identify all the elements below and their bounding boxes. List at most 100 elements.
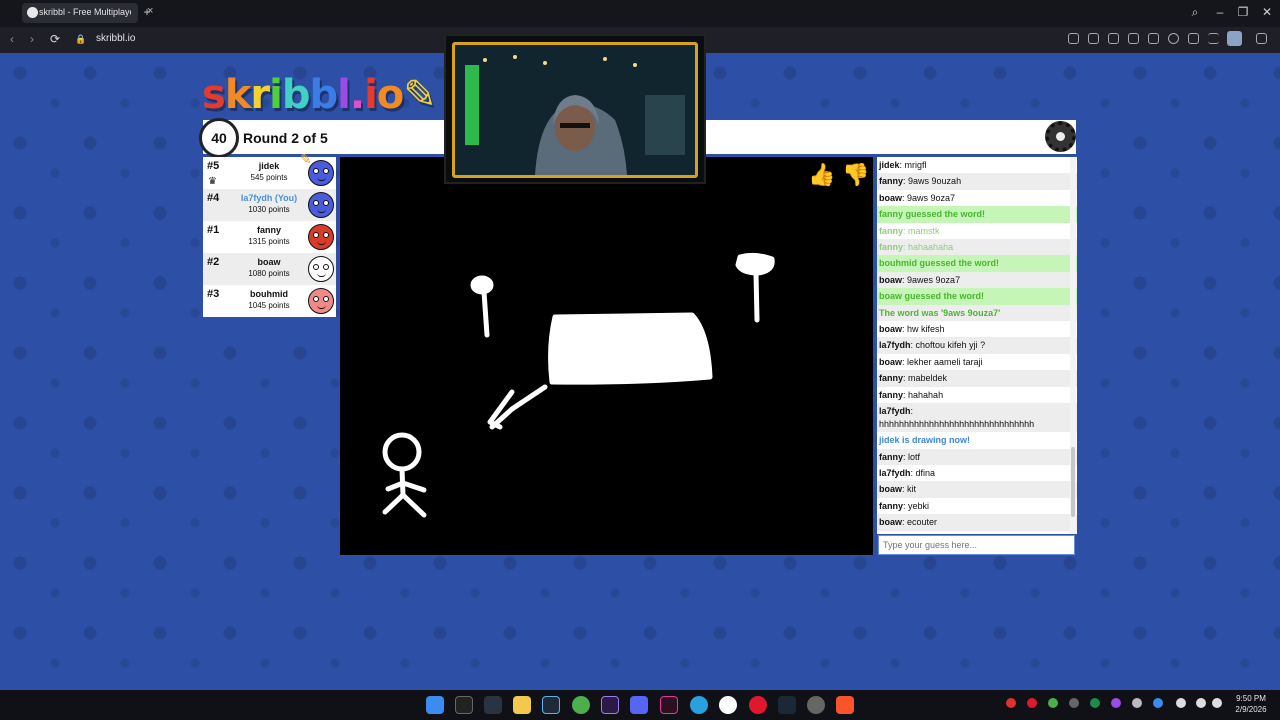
system-clock[interactable]: 9:50 PM 2/9/2026 bbox=[1226, 693, 1276, 715]
chat-text: 9aws 9ouzah bbox=[908, 176, 962, 187]
chat-username: fanny bbox=[879, 242, 904, 253]
thumbs-down-icon[interactable]: 👎 bbox=[842, 162, 869, 188]
new-tab-button[interactable]: + bbox=[138, 5, 156, 19]
tray-opera-icon[interactable] bbox=[1027, 698, 1037, 708]
url-field[interactable]: skribbl.io bbox=[96, 33, 135, 44]
chat-message: fanny guessed the word! bbox=[877, 206, 1077, 223]
maximize-button[interactable]: ❐ bbox=[1234, 5, 1252, 19]
search-tabs-icon[interactable]: ⌕ bbox=[1186, 5, 1204, 20]
chat-text: mrigfl bbox=[904, 160, 927, 170]
browser-tab[interactable]: skribbl - Free Multiplayer × bbox=[22, 3, 153, 23]
profile-avatar[interactable] bbox=[1227, 31, 1242, 46]
settings-app-icon[interactable] bbox=[807, 696, 825, 714]
chat-message: The word was '9aws 9ouza7' bbox=[877, 304, 1077, 322]
chat-message: la7fydh: hhhhhhhhhhhhhhhhhhhhhhhhhhhhhhh bbox=[877, 403, 1077, 433]
chat-message: fanny: mabeldek bbox=[877, 370, 1077, 387]
chat-scrollbar[interactable] bbox=[1070, 157, 1076, 534]
chat-text: 9awes 9oza7 bbox=[907, 274, 961, 285]
lightroom-icon[interactable] bbox=[542, 696, 560, 714]
chat-message: fanny: mamstk bbox=[879, 225, 940, 236]
shield-icon[interactable] bbox=[1108, 33, 1119, 44]
guess-input[interactable] bbox=[878, 535, 1075, 555]
file-explorer-icon[interactable] bbox=[513, 696, 531, 714]
windows-start-icon[interactable] bbox=[426, 696, 444, 714]
player-avatar bbox=[308, 160, 334, 186]
forward-icon[interactable]: › bbox=[24, 32, 40, 46]
discord-icon[interactable] bbox=[630, 696, 648, 714]
chat-panel: jidek: mrigfl fanny: 9aws 9ouzah boaw: 9aw… bbox=[877, 157, 1077, 534]
brave-icon[interactable] bbox=[836, 696, 854, 714]
tab-title: skribbl - Free Multiplayer bbox=[39, 7, 131, 17]
camera-icon[interactable] bbox=[1088, 33, 1099, 44]
heart-icon[interactable] bbox=[1168, 33, 1179, 44]
tray-steam-icon[interactable] bbox=[1069, 698, 1079, 708]
minimize-button[interactable]: – bbox=[1211, 5, 1229, 19]
pencil-icon: ✎ bbox=[300, 151, 312, 167]
chat-text: yebki bbox=[908, 500, 930, 511]
player-avatar bbox=[308, 192, 334, 218]
browser-tab-bar: skribbl - Free Multiplayer × + ⌕ – ❐ ✕ bbox=[0, 0, 1280, 27]
tray-nvidia-icon[interactable] bbox=[1048, 698, 1058, 708]
crown-icon: ♛ bbox=[208, 176, 217, 187]
play-icon[interactable] bbox=[1148, 33, 1159, 44]
chat-username: fanny bbox=[879, 176, 904, 187]
tray-record-icon[interactable] bbox=[1006, 698, 1016, 708]
chat-username: fanny bbox=[879, 373, 904, 384]
player-avatar bbox=[308, 288, 334, 314]
chat-message: boaw: lekher aameli taraji bbox=[879, 356, 983, 367]
chat-text: hahaahaha bbox=[908, 242, 954, 253]
back-icon[interactable]: ‹ bbox=[4, 32, 20, 46]
edit-icon[interactable] bbox=[1068, 33, 1079, 44]
epic-games-icon[interactable] bbox=[455, 696, 473, 714]
sidebar-icon[interactable] bbox=[1256, 33, 1267, 44]
widgets-icon[interactable] bbox=[484, 696, 502, 714]
player-row: #3 bouhmid 1045 points bbox=[203, 285, 336, 317]
player-rank: #2 bbox=[207, 256, 220, 268]
obs-icon[interactable] bbox=[719, 696, 737, 714]
chat-message: fanny: hahaahaha bbox=[877, 239, 1077, 256]
webcam-person-image bbox=[455, 45, 695, 175]
skribbl-favicon-icon bbox=[27, 7, 38, 18]
xbox-icon[interactable] bbox=[572, 696, 590, 714]
close-window-button[interactable]: ✕ bbox=[1258, 5, 1276, 19]
chat-username: boaw bbox=[879, 517, 903, 528]
round-indicator: Round 2 of 5 bbox=[243, 130, 328, 146]
chat-text: hhhhhhhhhhhhhhhhhhhhhhhhhhhhhhh bbox=[879, 418, 1035, 429]
premiere-icon[interactable] bbox=[601, 696, 619, 714]
download-icon[interactable] bbox=[1188, 33, 1199, 44]
webcam-frame bbox=[452, 42, 698, 178]
tray-defender-icon[interactable] bbox=[1153, 698, 1163, 708]
chat-username: jidek bbox=[879, 160, 900, 170]
opera-icon[interactable] bbox=[749, 696, 767, 714]
clock-time: 9:50 PM bbox=[1236, 694, 1266, 703]
chat-message: boaw: 9aws 9oza7 bbox=[879, 192, 956, 203]
chat-text: lekher aameli taraji bbox=[907, 356, 983, 367]
tray-app-icon[interactable] bbox=[1111, 698, 1121, 708]
chat-username: fanny bbox=[879, 451, 904, 462]
vegas-icon[interactable] bbox=[660, 696, 678, 714]
player-rank: #1 bbox=[207, 224, 220, 236]
chat-message: boaw: 9awes 9oza7 bbox=[877, 271, 1077, 289]
chat-text: bouhmid guessed the word! bbox=[879, 258, 1000, 269]
thumbs-up-icon[interactable]: 👍 bbox=[808, 162, 835, 188]
extension-icon[interactable] bbox=[1128, 33, 1139, 44]
steam-icon[interactable] bbox=[778, 696, 796, 714]
tray-bluetooth-icon[interactable] bbox=[1132, 698, 1142, 708]
chat-username: fanny bbox=[879, 225, 904, 236]
microphone-icon[interactable] bbox=[1176, 698, 1186, 708]
chat-text: lotf bbox=[908, 451, 921, 462]
menu-icon[interactable] bbox=[1208, 33, 1219, 44]
chat-text: fanny guessed the word! bbox=[879, 209, 986, 220]
wifi-icon[interactable] bbox=[1196, 698, 1206, 708]
chat-username: boaw bbox=[879, 356, 903, 367]
telegram-icon[interactable] bbox=[690, 696, 708, 714]
lock-icon: 🔒 bbox=[75, 34, 87, 44]
webcam-overlay bbox=[444, 34, 706, 184]
chat-text: dfina bbox=[915, 467, 936, 478]
volume-icon[interactable] bbox=[1212, 698, 1222, 708]
drawing-canvas[interactable] bbox=[340, 157, 873, 555]
player-row: #1 fanny 1315 points bbox=[203, 221, 336, 253]
gear-icon[interactable] bbox=[1045, 121, 1076, 152]
reload-icon[interactable]: ⟳ bbox=[47, 32, 63, 46]
tray-app-icon[interactable] bbox=[1090, 698, 1100, 708]
